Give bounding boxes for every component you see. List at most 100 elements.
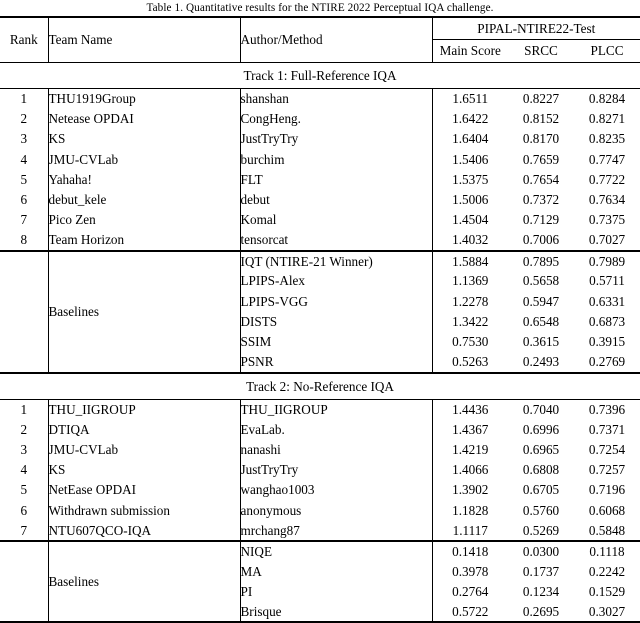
row-plcc: 0.6331 (588, 293, 626, 309)
row-author: THU_IIGROUP (239, 398, 432, 420)
row-author: MA (239, 561, 432, 582)
row-srcc: 0.2493 (522, 354, 560, 369)
row-author: shanshan (239, 87, 432, 109)
row-main-score: 1.4504 (431, 210, 508, 231)
row-rank-empty (0, 332, 48, 352)
header-srcc: SRCC (524, 43, 558, 58)
row-rank: 7 (20, 522, 28, 538)
table-row: Baselines IQT (NTIRE-21 Winner) 1.5884 0… (0, 249, 640, 373)
header-rank: Rank (0, 16, 48, 63)
row-plcc: 0.8284 (574, 87, 640, 109)
header-main-score: Main Score (431, 39, 508, 63)
row-rank-empty (0, 540, 48, 562)
row-srcc: 0.8152 (522, 110, 560, 126)
row-team: Pico Zen (47, 210, 240, 231)
header-row-group: Rank Team Name Author/Method PIPAL-NTIRE… (0, 16, 640, 63)
row-srcc: 0.7895 (508, 249, 574, 272)
row-team: debut_kele (47, 189, 240, 211)
row-plcc: 0.7989 (574, 249, 640, 272)
row-rank-empty (0, 582, 48, 602)
row-plcc: 0.7027 (588, 232, 626, 248)
row-plcc: 0.7257 (588, 462, 626, 478)
row-main-score: 0.3978 (431, 561, 508, 582)
row-rank-empty (0, 249, 48, 272)
row-srcc: 0.5658 (522, 273, 560, 289)
row-team: NetEase OPDAI (47, 480, 240, 501)
row-rank: 8 (20, 232, 28, 248)
section-title-row-0: Track 1: Full-Reference IQA (0, 62, 640, 89)
row-main-score: 0.7530 (431, 332, 508, 353)
row-srcc: 0.6808 (522, 462, 560, 478)
row-team: KS (47, 460, 240, 481)
row-rank: 2 (20, 110, 28, 126)
row-rank: 6 (20, 192, 28, 208)
table-row: 5 NetEase OPDAI wanghao1003 1.3902 0.670… (0, 480, 640, 501)
row-plcc: 0.3915 (588, 334, 626, 350)
row-author: wanghao1003 (239, 480, 432, 501)
row-rank: 7 (20, 212, 28, 228)
section-title-track-2: Track 2: No-Reference IQA (0, 371, 640, 400)
row-plcc: 0.2769 (588, 354, 626, 369)
row-plcc: 0.7634 (588, 192, 626, 208)
row-team: KS (47, 129, 240, 150)
row-main-score: 1.4219 (431, 439, 508, 461)
header-dataset-group: PIPAL-NTIRE22-Test (431, 16, 640, 40)
header-plcc: PLCC (590, 43, 624, 58)
row-author: Komal (239, 210, 432, 231)
row-author: nanashi (239, 439, 432, 461)
row-plcc: 0.1529 (588, 583, 626, 599)
row-author: SSIM (239, 332, 432, 353)
row-srcc: 0.7006 (522, 232, 560, 248)
row-srcc: 0.8227 (508, 87, 574, 109)
row-plcc: 0.8271 (588, 110, 626, 126)
row-srcc: 0.6548 (522, 313, 560, 329)
row-srcc: 0.1234 (522, 583, 560, 599)
row-author: debut (239, 189, 432, 211)
baselines-label: Baselines (47, 249, 240, 373)
row-main-score: 0.5263 (431, 352, 508, 373)
row-team: NTU607QCO-IQA (47, 520, 240, 542)
row-rank: 4 (20, 462, 28, 478)
table-row: 4 KS JustTryTry 1.4066 0.6808 0.7257 (0, 460, 640, 481)
row-team: Team Horizon (47, 230, 240, 251)
row-plcc: 0.7375 (588, 212, 626, 228)
row-main-score: 1.3422 (431, 311, 508, 333)
table-row: 7 Pico Zen Komal 1.4504 0.7129 0.7375 (0, 210, 640, 231)
row-author: PI (239, 581, 432, 603)
row-plcc: 0.1118 (574, 540, 640, 562)
header-team-name: Team Name (47, 16, 240, 63)
row-author: anonymous (239, 500, 432, 521)
row-author: tensorcat (239, 230, 432, 251)
table-row: 1 THU1919Group shanshan 1.6511 0.8227 0.… (0, 87, 640, 109)
row-main-score: 1.5406 (431, 149, 508, 170)
table-row: 6 debut_kele debut 1.5006 0.7372 0.7634 (0, 189, 640, 211)
row-team: DTIQA (47, 419, 240, 440)
row-plcc: 0.7396 (574, 398, 640, 420)
table-body: Rank Team Name Author/Method PIPAL-NTIRE… (0, 16, 640, 623)
row-rank-empty (0, 291, 48, 311)
row-main-score: 1.1369 (431, 271, 508, 292)
row-rank: 3 (20, 441, 28, 457)
row-rank: 1 (0, 398, 48, 420)
row-plcc: 0.2242 (588, 563, 626, 579)
row-main-score: 1.4436 (431, 398, 508, 420)
row-srcc: 0.5269 (522, 522, 560, 538)
row-main-score: 0.1418 (431, 540, 508, 562)
row-main-score: 1.2278 (431, 291, 508, 312)
row-main-score: 1.3902 (431, 480, 508, 501)
row-srcc: 0.8170 (522, 131, 560, 147)
row-main-score: 1.4066 (431, 460, 508, 481)
row-main-score: 0.5722 (431, 602, 508, 623)
row-author: LPIPS-Alex (239, 271, 432, 292)
row-author: DISTS (239, 311, 432, 333)
row-plcc: 0.3027 (588, 603, 626, 619)
row-team: Yahaha! (47, 169, 240, 190)
row-main-score: 0.2764 (431, 581, 508, 603)
table-row: 6 Withdrawn submission anonymous 1.1828 … (0, 500, 640, 521)
row-plcc: 0.5848 (588, 522, 626, 538)
results-table: Rank Team Name Author/Method PIPAL-NTIRE… (0, 16, 640, 623)
row-author: mrchang87 (239, 520, 432, 542)
row-srcc: 0.5947 (522, 293, 560, 309)
table-row: 4 JMU-CVLab burchim 1.5406 0.7659 0.7747 (0, 149, 640, 170)
table-row: Baselines NIQE 0.1418 0.0300 0.1118 (0, 540, 640, 623)
